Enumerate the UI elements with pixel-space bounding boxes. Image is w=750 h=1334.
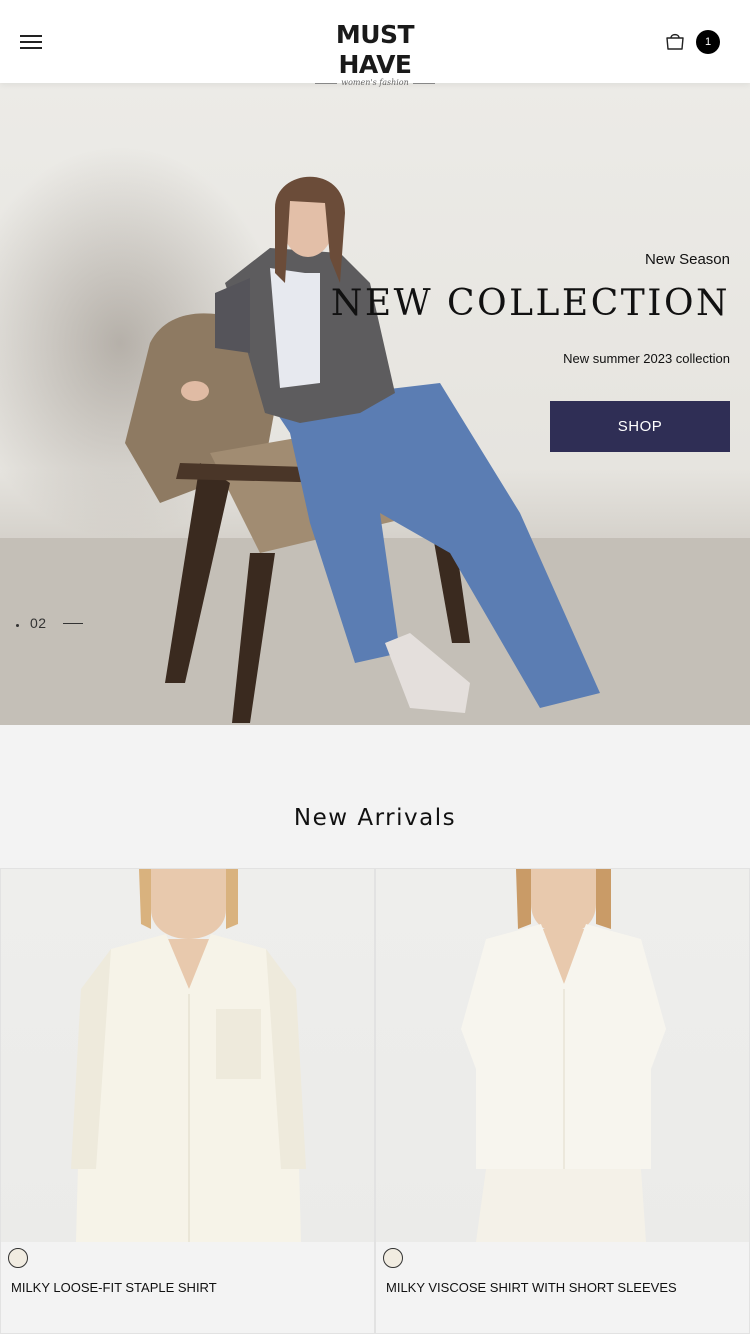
product-name[interactable]: MILKY VISCOSE SHIRT WITH SHORT SLEEVES — [386, 1280, 677, 1295]
logo-tagline: women's fashion — [300, 78, 450, 87]
slide-progress-line[interactable] — [63, 623, 83, 624]
logo-wordmark: MUST HAVE — [335, 20, 415, 79]
site-header: MUST HAVE women's fashion 1 — [0, 0, 750, 87]
hero-headline: NEW COLLECTION — [330, 283, 730, 324]
product-image[interactable] — [1, 869, 374, 1242]
slide-indicator-dot[interactable] — [16, 624, 19, 627]
product-card[interactable]: MILKY VISCOSE SHIRT WITH SHORT SLEEVES — [375, 868, 750, 1334]
product-image[interactable] — [376, 869, 749, 1242]
product-grid: MILKY LOOSE-FIT STAPLE SHIRT MILKY VISCO… — [0, 868, 750, 1334]
shopping-bag-icon[interactable] — [664, 30, 686, 52]
section-title-new-arrivals: New Arrivals — [293, 805, 457, 831]
color-swatch[interactable] — [383, 1248, 403, 1268]
cart-count-badge[interactable]: 1 — [696, 30, 720, 54]
product-card[interactable]: MILKY LOOSE-FIT STAPLE SHIRT — [0, 868, 375, 1334]
slide-number: 02 — [30, 615, 47, 631]
hero-subline: New summer 2023 collection — [563, 351, 730, 366]
shop-button[interactable]: SHOP — [550, 401, 730, 452]
hero-eyebrow: New Season — [644, 251, 730, 268]
brand-logo[interactable]: MUST HAVE women's fashion — [300, 20, 450, 87]
hero-banner: New Season NEW COLLECTION New summer 202… — [0, 83, 750, 725]
hamburger-menu-icon[interactable] — [20, 35, 42, 49]
color-swatch[interactable] — [8, 1248, 28, 1268]
product-name[interactable]: MILKY LOOSE-FIT STAPLE SHIRT — [11, 1280, 217, 1295]
